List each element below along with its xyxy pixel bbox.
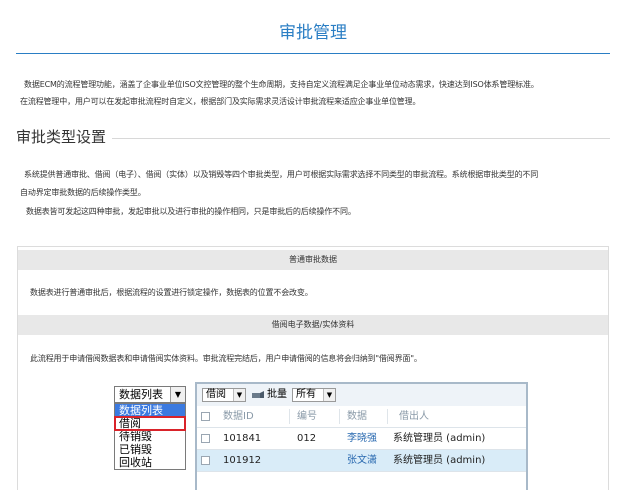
- grid-header-row: 数据ID 编号 数据 借出人: [197, 406, 526, 428]
- row-checkbox[interactable]: [201, 456, 210, 465]
- cell-data-link[interactable]: 张文潇: [347, 450, 377, 471]
- view-select[interactable]: 数据列表 ▼: [114, 386, 186, 403]
- batch-select[interactable]: 所有 ▼: [292, 388, 336, 402]
- example-screenshot: 数据列表 ▼ 数据列表 借阅 待销毁 已销毁 回收站 借阅 ▼ 批量 所有 ▼: [110, 382, 530, 490]
- view-select-options: 数据列表 借阅 待销毁 已销毁 回收站: [114, 403, 186, 470]
- borrow-approval-header: 借阅电子数据/实体资料: [18, 315, 608, 335]
- option-destroyed[interactable]: 已销毁: [115, 443, 185, 456]
- column-header-data[interactable]: 数据: [347, 406, 367, 427]
- intro-paragraph-line1: 数据ECM的流程管理功能，涵盖了企事业单位ISO文控管理的整个生命周期，支持自定…: [24, 80, 539, 89]
- section-desc-line1: 系统提供普通审批、借阅（电子）、借阅（实体）以及销毁等四个审批类型，用户可根据实…: [24, 170, 539, 179]
- table-row[interactable]: 101912 张文潇 系统管理员 (admin): [197, 450, 526, 472]
- normal-approval-text: 数据表进行普通审批后，根据流程的设置进行锁定操作，数据表的位置不会改变。: [30, 288, 313, 297]
- option-borrow[interactable]: 借阅: [114, 416, 186, 431]
- option-recycle-bin[interactable]: 回收站: [115, 456, 185, 469]
- column-header-id[interactable]: 数据ID: [223, 406, 254, 427]
- chevron-down-icon[interactable]: ▼: [170, 387, 185, 402]
- batch-label: 批量: [267, 389, 287, 400]
- section-desc-line2: 自动界定审批数据的后续操作类型。: [20, 188, 146, 197]
- batch-edit-icon[interactable]: [251, 390, 265, 400]
- batch-select-value: 所有: [296, 389, 316, 400]
- intro-paragraph-line2: 在流程管理中，用户可以在发起审批流程时自定义，根据部门及实际需求灵活设计审批流程…: [20, 97, 421, 106]
- cell-id: 101841: [223, 433, 262, 444]
- cell-data-link[interactable]: 李晓强: [347, 428, 377, 449]
- grid-toolbar: 借阅 ▼ 批量 所有 ▼: [197, 384, 526, 407]
- option-data-list[interactable]: 数据列表: [115, 404, 185, 417]
- cell-borrower: 系统管理员 (admin): [393, 433, 486, 444]
- page-title: 审批管理: [279, 23, 347, 43]
- cell-code: 012: [297, 433, 317, 444]
- cell-borrower: 系统管理员 (admin): [393, 455, 486, 466]
- section-heading: 审批类型设置: [16, 127, 113, 147]
- option-pending-destroy[interactable]: 待销毁: [115, 430, 185, 443]
- filter-select[interactable]: 借阅 ▼: [202, 388, 246, 402]
- chevron-down-icon[interactable]: ▼: [233, 389, 245, 401]
- select-all-checkbox[interactable]: [201, 412, 210, 421]
- table-row[interactable]: 101841 012 李晓强 系统管理员 (admin): [197, 428, 526, 450]
- borrow-approval-text: 此流程用于申请借阅数据表和申请借阅实体资料。审批流程完结后，用户申请借阅的信息将…: [30, 354, 422, 363]
- column-header-code[interactable]: 编号: [297, 406, 317, 427]
- cell-id: 101912: [223, 455, 262, 466]
- row-checkbox[interactable]: [201, 434, 210, 443]
- chevron-down-icon[interactable]: ▼: [323, 389, 335, 401]
- title-divider: [16, 53, 610, 54]
- view-select-value: 数据列表: [119, 388, 163, 401]
- filter-select-value: 借阅: [206, 389, 226, 400]
- section-desc-line3: 数据表皆可发起这四种审批，发起审批以及进行审批的操作相同，只是审批后的后续操作不…: [26, 207, 356, 216]
- data-grid-panel: 借阅 ▼ 批量 所有 ▼ 数据ID 编号 数据 借出人 101841 012 李…: [195, 382, 528, 490]
- column-header-borrower[interactable]: 借出人: [399, 406, 429, 427]
- normal-approval-header: 普通审批数据: [18, 250, 608, 270]
